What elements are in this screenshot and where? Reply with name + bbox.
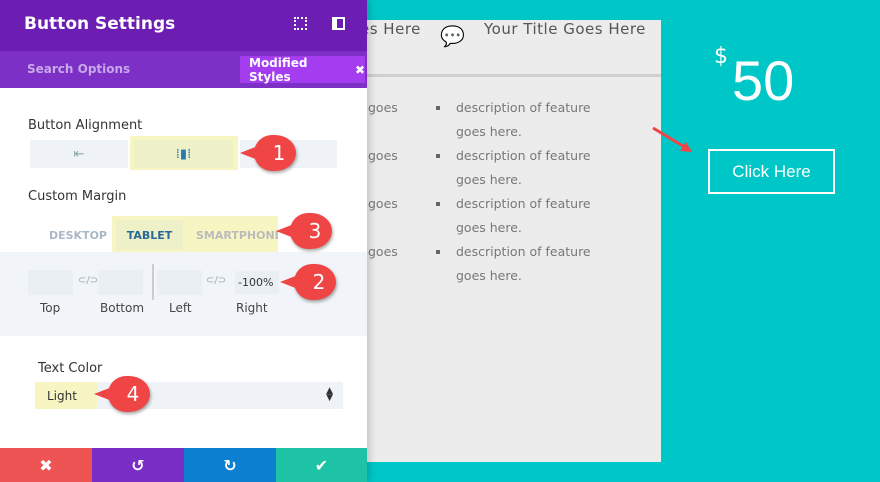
annotation-marker-2: 2	[280, 264, 336, 300]
close-icon[interactable]: ✖	[355, 63, 365, 77]
feature-partial: goes	[368, 148, 398, 163]
link-icon[interactable]: ⊂/⊃	[206, 275, 226, 286]
modified-styles-filter[interactable]: Modified Styles ✖	[240, 55, 365, 84]
margin-top-label: Top	[40, 301, 61, 315]
chat-bubbles-icon: 💬	[440, 24, 465, 48]
feature-partial: goes	[368, 196, 398, 211]
modified-styles-label: Modified Styles	[249, 55, 308, 84]
tab-desktop[interactable]: DESKTOP	[45, 222, 111, 248]
margin-left-label: Left	[169, 301, 192, 315]
feature-item: description of feature goes here.	[436, 192, 611, 240]
margin-bottom-label: Bottom	[100, 301, 145, 315]
annotation-marker-3: 3	[276, 213, 332, 249]
feature-partial: goes	[368, 244, 398, 259]
cancel-button[interactable]: ✖	[0, 448, 92, 482]
custom-margin-label: Custom Margin	[28, 189, 127, 204]
text-color-label: Text Color	[38, 361, 103, 376]
margin-bottom-input[interactable]	[98, 270, 143, 295]
price-currency: $	[714, 44, 728, 69]
panel-title: Button Settings	[24, 14, 176, 34]
annotation-marker-1: 1	[240, 135, 296, 171]
fullscreen-icon[interactable]	[294, 17, 307, 30]
search-options-input[interactable]: Search Options	[27, 62, 130, 76]
sidebar-toggle-icon[interactable]	[332, 17, 345, 30]
feature-list-left: goes goes goes goes	[368, 96, 398, 288]
click-here-button[interactable]: Click Here	[708, 149, 835, 194]
feature-item: description of feature goes here.	[436, 144, 611, 192]
preview-section: es Here 💬 Your Title Goes Here goes goes…	[340, 20, 661, 462]
margin-right-label: Right	[236, 301, 268, 315]
margin-right-input[interactable]: -100%	[235, 271, 279, 294]
text-color-value: Light	[35, 382, 97, 409]
divider	[340, 74, 661, 77]
tab-smartphone[interactable]: SMARTPHONE	[190, 222, 278, 248]
panel-header: Button Settings	[0, 0, 367, 51]
feature-item: description of feature goes here.	[436, 96, 611, 144]
redo-button[interactable]: ↻	[184, 448, 276, 482]
margin-left-input[interactable]	[157, 270, 202, 295]
price-amount: 50	[732, 49, 795, 112]
undo-button[interactable]: ↺	[92, 448, 184, 482]
align-center-icon: ⁞▮⁞	[175, 146, 192, 162]
align-left-button[interactable]: ⇤	[30, 140, 128, 168]
button-alignment-label: Button Alignment	[28, 118, 143, 133]
link-icon[interactable]: ⊂/⊃	[78, 275, 98, 286]
feature-item: description of feature goes here.	[436, 240, 611, 288]
feature-list: description of feature goes here. descri…	[436, 96, 611, 288]
save-button[interactable]: ✔	[276, 448, 367, 482]
column-title-partial: es Here	[360, 20, 421, 38]
feature-partial: goes	[368, 100, 398, 115]
separator	[152, 264, 154, 300]
tab-tablet[interactable]: TABLET	[116, 220, 183, 250]
margin-top-input[interactable]	[28, 270, 73, 295]
select-arrows-icon: ▲ ▼	[326, 386, 333, 403]
text-color-select[interactable]: Light ▲ ▼	[35, 382, 343, 409]
arrow-annotation-icon	[652, 126, 692, 152]
align-left-icon: ⇤	[73, 146, 85, 162]
align-center-button[interactable]: ⁞▮⁞	[134, 140, 233, 168]
column-title: Your Title Goes Here	[484, 20, 646, 38]
annotation-marker-4: 4	[94, 376, 150, 412]
